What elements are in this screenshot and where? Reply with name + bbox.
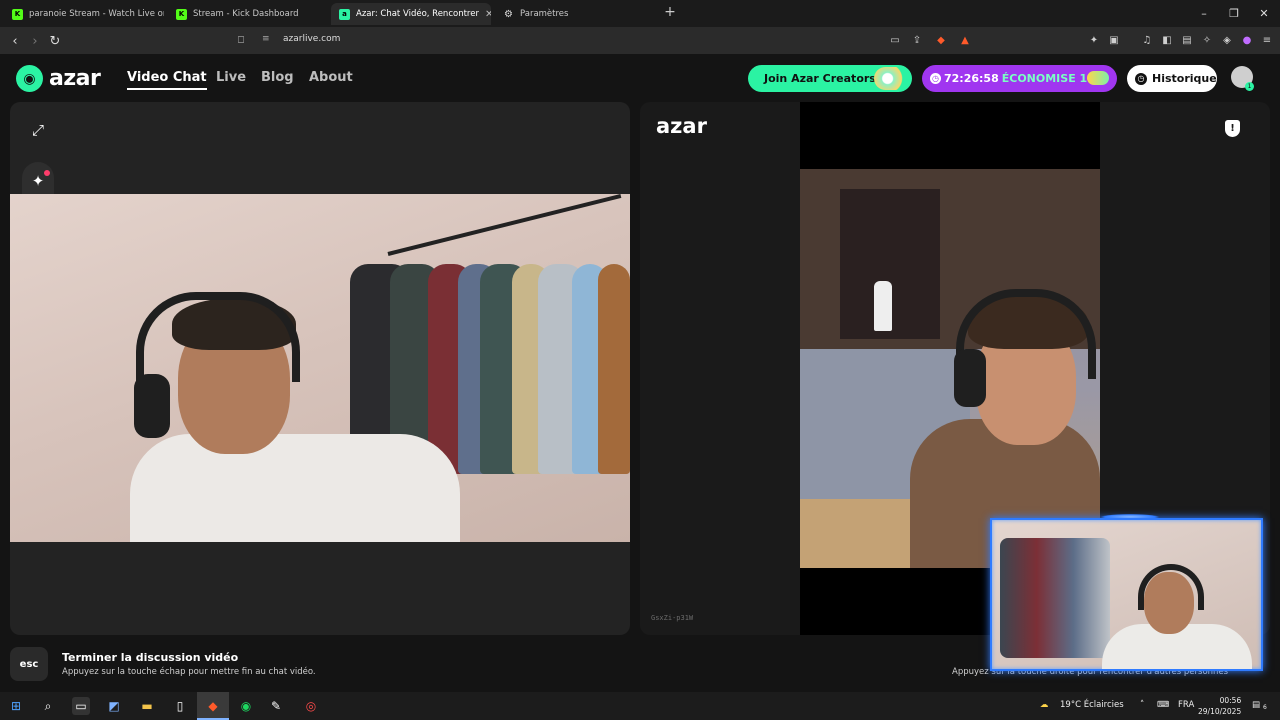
history-button[interactable]: ◷ Historique xyxy=(1127,65,1217,92)
remote-video xyxy=(800,169,1100,568)
end-chat-subtitle: Appuyez sur la touche échap pour mettre … xyxy=(62,667,316,677)
creators-badge-icon xyxy=(874,67,908,90)
tab-label: Stream - Kick Dashboard xyxy=(193,9,299,19)
local-video xyxy=(10,194,630,542)
person-shirt xyxy=(130,434,460,542)
brave-shield-icon[interactable]: ◆ xyxy=(934,33,948,47)
back-button[interactable]: ‹ xyxy=(5,31,25,51)
brave-rewards-icon[interactable]: ▲ xyxy=(958,33,972,47)
clothes-rail xyxy=(387,194,622,256)
new-tab-button[interactable]: + xyxy=(660,4,680,22)
editor-icon[interactable]: ✎ xyxy=(267,697,285,715)
app-icon[interactable]: ◩ xyxy=(105,697,123,715)
creators-label: Join Azar Creators xyxy=(764,72,876,85)
azar-watermark: azar xyxy=(656,114,707,138)
tab-kick-dashboard[interactable]: K Stream - Kick Dashboard xyxy=(168,3,328,25)
spotify-icon[interactable]: ◉ xyxy=(237,697,255,715)
share-icon[interactable]: ⇪ xyxy=(910,33,924,47)
nav-about[interactable]: About xyxy=(309,70,353,85)
promo-timer: 72:26:58 xyxy=(944,72,999,85)
clock-time: 00:56 xyxy=(1219,696,1242,705)
browser-tab-bar: K paranoie Stream - Watch Live on Kick K… xyxy=(0,0,1280,27)
minimize-button[interactable]: – xyxy=(1188,0,1220,27)
tab-label: Azar: Chat Vidéo, Rencontrer xyxy=(356,9,479,19)
overlay-headset xyxy=(1138,564,1204,610)
coins-icon xyxy=(1087,71,1109,85)
close-tab-icon[interactable]: ✕ xyxy=(485,9,491,20)
azar-logo[interactable]: ◉ azar xyxy=(16,65,101,92)
forward-button[interactable]: › xyxy=(25,31,45,51)
remote-user-id: GsxZi-p31W xyxy=(651,614,694,622)
url-field[interactable]: azarlive.com xyxy=(283,34,340,44)
media-icon[interactable]: ♫ xyxy=(1140,33,1154,47)
weather-text[interactable]: 19°C Éclaircies xyxy=(1060,700,1124,710)
kick-icon: K xyxy=(12,8,23,20)
overlay-clothes xyxy=(1000,538,1110,658)
headset xyxy=(136,292,300,382)
logo-text: azar xyxy=(49,66,101,91)
maximize-button[interactable]: ❐ xyxy=(1218,0,1250,27)
azar-logo-icon: ◉ xyxy=(16,65,43,92)
leo-icon[interactable]: ✧ xyxy=(1200,33,1214,47)
join-creators-button[interactable]: Join Azar Creators xyxy=(748,65,912,92)
timer-icon: ◷ xyxy=(930,73,941,84)
extensions-icon[interactable]: ✦ xyxy=(1087,33,1101,47)
picture-icon[interactable]: ▣ xyxy=(1107,33,1121,47)
taskbar: ⊞ ⌕ ▭ ◩ ▬ ▯ ◆ ◉ ✎ ◎ ☁ 19°C Éclaircies ˄ … xyxy=(0,692,1280,720)
clothes-item xyxy=(598,264,630,474)
notification-dot xyxy=(44,170,50,176)
notepad-icon[interactable]: ▯ xyxy=(171,697,189,715)
webcam-overlay xyxy=(990,518,1263,671)
gear-icon: ⚙ xyxy=(504,8,513,20)
search-icon[interactable]: ⌕ xyxy=(39,697,57,715)
wallet-icon[interactable]: ▤ xyxy=(1180,33,1194,47)
clock-icon: ◷ xyxy=(1135,72,1147,85)
report-shield-icon[interactable]: ! xyxy=(1225,120,1240,137)
tab-kick-stream[interactable]: K paranoie Stream - Watch Live on Kick xyxy=(4,3,164,25)
nav-blog[interactable]: Blog xyxy=(261,70,294,85)
end-chat-title: Terminer la discussion vidéo xyxy=(62,651,239,664)
kick-icon: K xyxy=(176,8,187,20)
start-icon[interactable]: ⊞ xyxy=(7,697,25,715)
nav-video-chat[interactable]: Video Chat xyxy=(127,70,207,90)
tab-label: Paramètres xyxy=(520,9,569,19)
promo-button[interactable]: ◷ 72:26:58 ÉCONOMISE 15% xyxy=(922,65,1117,92)
bookmark-icon[interactable]: ⎕ xyxy=(234,33,248,47)
brave-browser-icon[interactable]: ◆ xyxy=(204,697,222,715)
sidebar-icon[interactable]: ◧ xyxy=(1160,33,1174,47)
close-window-button[interactable]: ✕ xyxy=(1248,0,1280,27)
tab-label: paranoie Stream - Watch Live on Kick xyxy=(29,9,164,19)
obs-icon[interactable]: ◎ xyxy=(302,697,320,715)
esc-key-button[interactable]: esc xyxy=(10,647,48,681)
terminal-icon[interactable]: ▭ xyxy=(72,697,90,715)
profile-icon[interactable]: ● xyxy=(1240,33,1254,47)
avatar-badge: 1 xyxy=(1245,82,1254,91)
history-label: Historique xyxy=(1152,72,1217,85)
address-bar: ‹ › ↻ ⎕ ≡ azarlive.com ▭ ⇪ ◆ ▲ ✦ ▣ ♫ ◧ ▤… xyxy=(0,27,1280,54)
vpn-icon[interactable]: ◈ xyxy=(1220,33,1234,47)
expand-icon[interactable]: ⤢ xyxy=(24,116,52,144)
clock-date: 29/10/2025 xyxy=(1198,707,1242,716)
azar-icon: a xyxy=(339,8,350,20)
bottle xyxy=(874,281,892,331)
tab-azar[interactable]: a Azar: Chat Vidéo, Rencontrer ✕ xyxy=(331,3,491,25)
local-video-panel: ⤢ ✦ ☺ xyxy=(10,102,630,635)
tray-chevron-icon[interactable]: ˄ xyxy=(1140,700,1144,710)
notification-count: 6 xyxy=(1263,704,1267,711)
language-indicator[interactable]: FRA xyxy=(1178,700,1194,710)
site-info-icon[interactable]: ≡ xyxy=(262,34,270,44)
end-chat-hint: esc Terminer la discussion vidéo Appuyez… xyxy=(10,647,316,681)
keyboard-icon[interactable]: ⌨ xyxy=(1157,700,1169,710)
clock[interactable]: 00:56 29/10/2025 xyxy=(1198,695,1241,717)
tab-settings[interactable]: ⚙ Paramètres xyxy=(495,3,655,25)
nav-live[interactable]: Live xyxy=(216,70,246,85)
menu-icon[interactable]: ≡ xyxy=(1260,33,1274,47)
reload-button[interactable]: ↻ xyxy=(45,31,65,51)
notification-icon[interactable]: ▤ xyxy=(1252,700,1260,710)
screen-icon[interactable]: ▭ xyxy=(888,33,902,47)
weather-icon[interactable]: ☁ xyxy=(1040,700,1049,710)
headset-earcup xyxy=(954,349,986,407)
folder-icon[interactable]: ▬ xyxy=(138,697,156,715)
headset-earcup xyxy=(134,374,170,438)
